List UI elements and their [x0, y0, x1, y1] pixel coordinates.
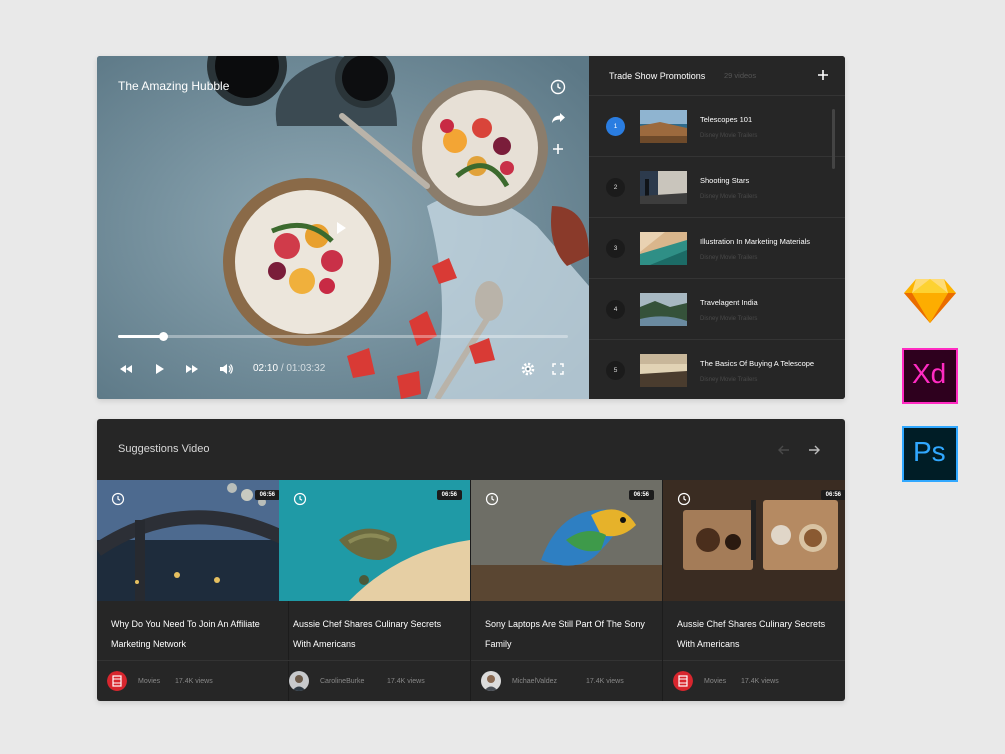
playlist-item-channel: Disney Movie Trailers [700, 194, 758, 200]
video-card-views: 17.4K views [387, 678, 425, 685]
video-player-panel: The Amazing Hubble 02:10 / 01:03:32 Trad… [97, 56, 845, 399]
video-card-title[interactable]: Aussie Chef Shares Culinary Secrets With… [293, 614, 453, 654]
adobe-xd-logo-icon: Xd [902, 348, 958, 404]
video-duration-badge: 06:56 [820, 490, 845, 500]
video-card-title[interactable]: Aussie Chef Shares Culinary Secrets With… [677, 614, 837, 654]
video-card-views: 17.4K views [586, 678, 624, 685]
playlist-item-channel: Disney Movie Trailers [700, 377, 758, 383]
photoshop-logo-text: Ps [913, 436, 946, 467]
playlist-item-title: Shooting Stars [700, 176, 750, 185]
playlist-thumbnail [640, 110, 687, 143]
video-card[interactable]: 06:56 Aussie Chef Shares Culinary Secret… [663, 480, 845, 701]
playlist-item-title: Telescopes 101 [700, 115, 753, 124]
video-card-title[interactable]: Sony Laptops Are Still Part Of The Sony … [485, 614, 645, 654]
rewind-icon[interactable] [118, 361, 134, 377]
playlist-item[interactable]: 1 Telescopes 101 Disney Movie Trailers [589, 96, 845, 157]
playlist-item-title: Travelagent India [700, 298, 758, 307]
video-duration-badge: 06:56 [436, 490, 462, 500]
video-card-footer: Movies 17.4K views [663, 660, 845, 701]
playlist-item-channel: Disney Movie Trailers [700, 133, 758, 139]
add-to-playlist-icon[interactable] [817, 69, 829, 81]
playlist-item[interactable]: 5 The Basics Of Buying A Telescope Disne… [589, 340, 845, 399]
playlist-thumbnail [640, 171, 687, 204]
video-card-footer: CarolineBurke 17.4K views [279, 660, 470, 701]
video-card-author[interactable]: CarolineBurke [320, 678, 364, 685]
video-duration-badge: 06:56 [254, 490, 280, 500]
playlist-item[interactable]: 2 Shooting Stars Disney Movie Trailers [589, 157, 845, 218]
playlist-header: Trade Show Promotions 29 videos [589, 56, 845, 96]
time-display: 02:10 / 01:03:32 [253, 363, 325, 374]
video-card-author[interactable]: Movies [138, 678, 160, 685]
movies-channel-icon[interactable] [107, 671, 127, 691]
avatar[interactable] [481, 671, 501, 691]
plus-icon[interactable] [549, 140, 567, 158]
video-duration-badge: 06:56 [628, 490, 654, 500]
share-icon[interactable] [549, 109, 567, 127]
video-card-footer: Movies 17.4K views [97, 660, 288, 701]
playlist-item[interactable]: 4 Travelagent India Disney Movie Trailer… [589, 279, 845, 340]
arrow-right-icon[interactable] [807, 443, 821, 457]
clock-icon[interactable] [485, 492, 499, 506]
video-card[interactable]: 06:56 Sony Laptops Are Still Part Of The… [471, 480, 663, 701]
fast-forward-icon[interactable] [184, 361, 200, 377]
video-side-actions [549, 78, 567, 171]
playlist-item-number: 1 [606, 117, 625, 136]
clock-icon[interactable] [549, 78, 567, 96]
duration-time: 01:03:32 [286, 363, 326, 374]
playlist-item-number: 5 [606, 361, 625, 380]
video-title: The Amazing Hubble [118, 79, 230, 93]
clock-icon[interactable] [111, 492, 125, 506]
playlist-item[interactable]: 3 Illustration In Marketing Materials Di… [589, 218, 845, 279]
current-time: 02:10 [253, 363, 279, 374]
clock-icon[interactable] [293, 492, 307, 506]
play-overlay-icon[interactable] [334, 221, 348, 235]
playlist-item-title: Illustration In Marketing Materials [700, 237, 811, 246]
playlist-scrollbar[interactable] [832, 109, 835, 169]
avatar[interactable] [289, 671, 309, 691]
settings-icon[interactable] [520, 361, 536, 377]
fullscreen-icon[interactable] [550, 361, 566, 377]
arrow-left-icon[interactable] [777, 443, 791, 457]
playlist-item-title: The Basics Of Buying A Telescope [700, 359, 815, 368]
progress-bar[interactable] [118, 332, 568, 341]
movies-channel-icon[interactable] [673, 671, 693, 691]
photoshop-logo-icon: Ps [902, 426, 958, 482]
video-card-author[interactable]: MichaelValdez [512, 678, 557, 685]
adobe-xd-logo-text: Xd [912, 358, 947, 389]
playlist-thumbnail [640, 354, 687, 387]
playlist-item-number: 4 [606, 300, 625, 319]
progress-knob[interactable] [159, 332, 168, 341]
play-icon[interactable] [151, 361, 167, 377]
playlist-item-channel: Disney Movie Trailers [700, 255, 758, 261]
playlist-item-channel: Disney Movie Trailers [700, 316, 758, 322]
time-separator: / [280, 363, 284, 374]
video-card-author[interactable]: Movies [704, 678, 726, 685]
sketch-logo-icon [904, 279, 956, 323]
playlist-item-number: 2 [606, 178, 625, 197]
clock-icon[interactable] [677, 492, 691, 506]
playlist-title: Trade Show Promotions [609, 71, 706, 81]
playlist-panel: Trade Show Promotions 29 videos 1 Telesc… [589, 56, 845, 399]
playlist-thumbnail [640, 293, 687, 326]
video-card[interactable]: 06:56 Why Do You Need To Join An Affilia… [97, 480, 289, 701]
volume-icon[interactable] [218, 361, 234, 377]
video-card[interactable]: 06:56 Aussie Chef Shares Culinary Secret… [279, 480, 471, 701]
progress-fill [118, 335, 163, 338]
suggestions-title: Suggestions Video [118, 443, 210, 455]
video-card-title[interactable]: Why Do You Need To Join An Affiliate Mar… [111, 614, 271, 654]
playlist-thumbnail [640, 232, 687, 265]
video-card-footer: MichaelValdez 17.4K views [471, 660, 662, 701]
playlist-count: 29 videos [724, 71, 757, 80]
video-area[interactable]: The Amazing Hubble 02:10 / 01:03:32 [97, 56, 589, 399]
video-card-views: 17.4K views [741, 678, 779, 685]
video-card-views: 17.4K views [175, 678, 213, 685]
playlist-item-number: 3 [606, 239, 625, 258]
suggestions-panel: Suggestions Video 06:56 Why Do You Need … [97, 419, 845, 701]
